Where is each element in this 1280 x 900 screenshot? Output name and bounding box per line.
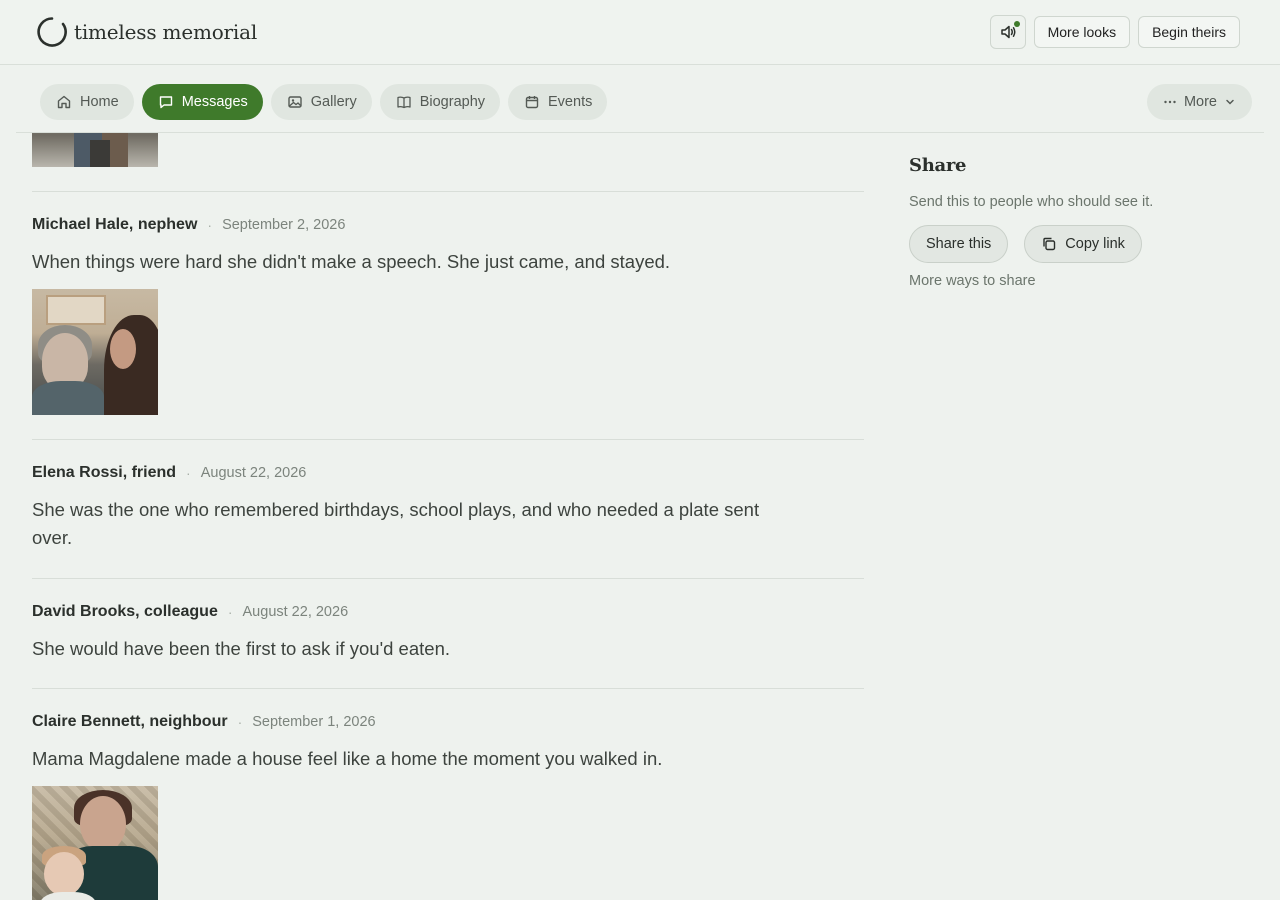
- ellipsis-icon: [1164, 100, 1176, 104]
- more-menu-button[interactable]: More: [1146, 84, 1252, 120]
- gallery-icon: [288, 96, 302, 108]
- nav-tabs: Home Messages Gallery Biography Events: [40, 84, 608, 120]
- copy-icon: [1043, 237, 1056, 251]
- site-header: timeless memorial More looks Begin their…: [0, 0, 1280, 65]
- message-author: Michael Hale, nephew: [32, 216, 198, 233]
- tab-label: Events: [548, 94, 593, 110]
- copy-link-button[interactable]: Copy link: [1024, 225, 1142, 263]
- message-author: David Brooks, colleague: [32, 603, 218, 620]
- tab-label: Gallery: [310, 94, 357, 110]
- share-subtitle: Send this to people who should see it.: [909, 194, 1154, 210]
- share-title: Share: [909, 155, 967, 176]
- share-panel: Share Send this to people who should see…: [909, 155, 1249, 289]
- messages-list: Michael Hale, nephew · September 2, 2026…: [32, 191, 864, 900]
- more-looks-button[interactable]: More looks: [1033, 16, 1131, 48]
- message-icon: [159, 96, 172, 109]
- notification-dot: [1013, 21, 1020, 27]
- message-text: She would have been the first to ask if …: [32, 638, 450, 659]
- meta-separator: ·: [186, 465, 191, 481]
- message-item: Claire Bennett, neighbour · September 1,…: [32, 688, 864, 900]
- header-actions: More looks Begin theirs: [989, 15, 1240, 49]
- tab-messages[interactable]: Messages: [141, 84, 263, 120]
- circle-logo-icon: [37, 17, 67, 47]
- share-this-button[interactable]: Share this: [909, 225, 1009, 263]
- tab-home[interactable]: Home: [40, 84, 134, 120]
- message-author: Claire Bennett, neighbour: [32, 713, 228, 730]
- message-date: September 2, 2026: [222, 217, 346, 233]
- message-date: August 22, 2026: [200, 465, 307, 481]
- home-icon: [57, 95, 71, 109]
- brand-name: timeless memorial: [74, 20, 258, 44]
- meta-separator: ·: [237, 714, 243, 730]
- copy-link-label: Copy link: [1065, 236, 1125, 252]
- tab-gallery[interactable]: Gallery: [270, 84, 372, 120]
- meta-separator: ·: [207, 217, 213, 233]
- main-nav: Home Messages Gallery Biography Events M…: [16, 65, 1264, 133]
- meta-separator: ·: [227, 604, 233, 620]
- calendar-icon: [525, 96, 539, 109]
- share-this-label: Share this: [926, 236, 992, 252]
- book-icon: [397, 96, 411, 109]
- message-photo[interactable]: [32, 786, 158, 900]
- share-buttons: Share this Copy link: [909, 225, 1249, 263]
- message-date: August 22, 2026: [242, 604, 349, 620]
- tab-label: Biography: [419, 94, 486, 110]
- message-text: When things were hard she didn't make a …: [32, 251, 671, 272]
- more-ways-to-share-link[interactable]: More ways to share: [909, 273, 1249, 289]
- message-photo[interactable]: [32, 289, 158, 415]
- message-item: David Brooks, colleague · August 22, 202…: [32, 578, 864, 688]
- message-text: She was the one who remembered birthdays…: [32, 499, 760, 548]
- message-item: Elena Rossi, friend · August 22, 2026 Sh…: [32, 439, 864, 578]
- tab-events[interactable]: Events: [508, 84, 608, 120]
- brand-logo[interactable]: timeless memorial: [36, 16, 257, 48]
- message-date: September 1, 2026: [252, 714, 376, 730]
- message-author: Elena Rossi, friend: [32, 464, 177, 481]
- sound-toggle-button[interactable]: [989, 15, 1026, 49]
- message-text: Mama Magdalene made a house feel like a …: [32, 748, 663, 769]
- tab-label: Home: [80, 94, 119, 110]
- tab-biography[interactable]: Biography: [379, 84, 501, 120]
- begin-theirs-button[interactable]: Begin theirs: [1138, 16, 1240, 48]
- message-item: Michael Hale, nephew · September 2, 2026…: [32, 191, 864, 439]
- chevron-down-icon: [1226, 99, 1234, 105]
- more-label: More: [1183, 94, 1217, 110]
- tab-label: Messages: [181, 94, 248, 110]
